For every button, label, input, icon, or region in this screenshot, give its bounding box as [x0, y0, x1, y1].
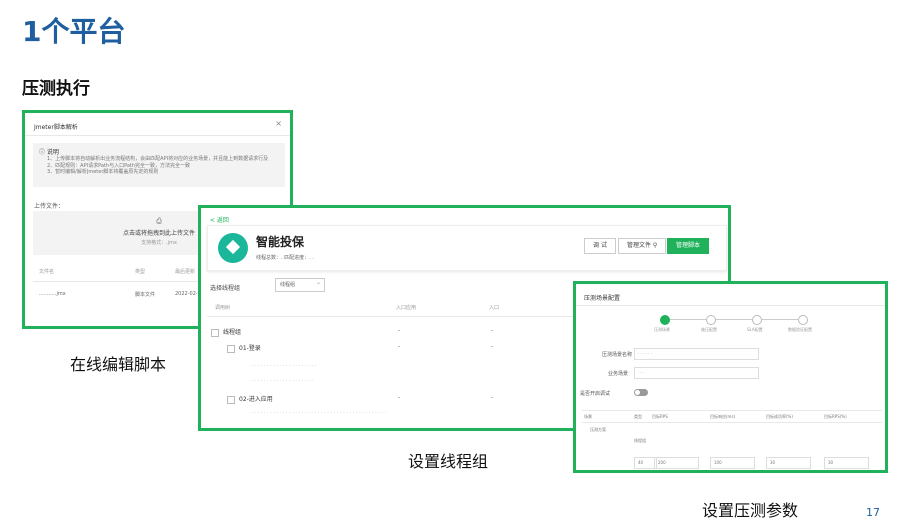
entry-app: -: [398, 327, 401, 334]
step-label: 压测场景: [654, 327, 670, 332]
step-indicator: [660, 315, 670, 325]
field-label: 压测场景名称: [602, 352, 633, 358]
column-header: 文件名: [39, 269, 55, 275]
tree-row-blurred: · · · · · · · · · · · · · · · · · · · · …: [251, 410, 387, 416]
file-type: 脚本文件: [135, 292, 156, 298]
layers-icon: [218, 233, 248, 263]
column-header: 目标成功率(%): [766, 414, 793, 419]
caption-thread-group: 设置线程组: [408, 452, 489, 471]
column-header: 入口应用: [396, 305, 417, 311]
section-title: 压测执行: [22, 79, 90, 99]
target-rps-percent-input[interactable]: 30: [824, 457, 869, 469]
slide-title: 1个平台: [22, 15, 126, 48]
info-icon: ⓘ: [39, 149, 47, 156]
column-header: 场景: [584, 414, 592, 419]
scene-name-input[interactable]: · · · · · ·: [634, 348, 759, 360]
column-header: 类型: [634, 414, 642, 419]
tree-row[interactable]: 线程组: [211, 327, 241, 337]
upload-label: 上传文件：: [34, 203, 65, 210]
caption-editor: 在线编辑脚本: [70, 355, 167, 374]
entry: -: [491, 343, 494, 350]
target-response-input[interactable]: 100: [710, 457, 755, 469]
row-type: 线程组: [634, 438, 646, 443]
tree-row-label: 01-登录: [239, 345, 261, 352]
page-number: 17: [866, 506, 880, 519]
column-header: 入口: [489, 305, 500, 311]
note-line: 1、上传脚本将自动解析出业务流程结构，会由匹配API将对应的业务场景，并且能上到…: [47, 156, 269, 162]
tree-row[interactable]: 02-进入应用: [227, 394, 273, 404]
file-name[interactable]: ...........jmx: [39, 291, 66, 297]
manage-script-button[interactable]: 管理脚本: [667, 238, 710, 254]
row-label: 压测方案: [590, 427, 606, 432]
column-header: 目标RPS(%): [824, 414, 847, 419]
thread-group-select[interactable]: 线程组: [275, 277, 325, 292]
step-indicator: [798, 315, 808, 325]
column-header: 类型: [135, 269, 146, 275]
collapse-icon[interactable]: [211, 328, 219, 337]
step-indicator: [752, 315, 762, 325]
column-header: 调用树: [215, 305, 231, 311]
debug-button[interactable]: 调 试: [584, 238, 616, 254]
target-success-input[interactable]: 30: [766, 457, 811, 469]
column-header: 目标响应(ms): [710, 414, 736, 419]
entry: -: [491, 327, 494, 334]
column-header: 目标RPS: [652, 414, 668, 419]
collapse-icon[interactable]: [227, 395, 235, 404]
column-header: 最后更新: [175, 269, 196, 275]
info-note: ⓘ 说明 1、上传脚本将自动解析出业务流程结构，会由匹配API将对应的业务场景，…: [33, 143, 285, 187]
tree-row-blurred: · · · · · · · · · · · · · · · · · · · · …: [251, 363, 317, 369]
app-card: 智能投保 线程总数：. 匹配进度：. . 调 试 管理文件 ⚲ 管理脚本: [207, 225, 727, 271]
tree-row-blurred: · · · · · · · · · · · · · · · · · · · ·: [251, 378, 313, 384]
dialog-title: 压测场景配置: [584, 295, 621, 302]
test-params-screenshot: 压测场景配置 压测场景 施压配置 SLA配置 数据验证配置 压测场景名称 · ·…: [573, 281, 888, 473]
note-title: 说明: [46, 149, 59, 156]
business-scene-select[interactable]: · · ·: [634, 367, 759, 379]
field-label: 业务场景: [608, 371, 629, 377]
app-name: 智能投保: [256, 235, 305, 249]
step-label: 数据验证配置: [788, 327, 812, 332]
close-icon[interactable]: ×: [275, 119, 282, 128]
back-link[interactable]: < 返回: [210, 215, 229, 224]
caption-params: 设置压测参数: [702, 501, 799, 520]
tree-row-label: 02-进入应用: [239, 396, 273, 403]
entry-app: -: [398, 343, 401, 350]
thread-group-filter-label: 选择线程组: [210, 285, 241, 292]
file-updated: 2022-02-1: [175, 291, 201, 297]
debug-toggle[interactable]: [634, 389, 648, 396]
collapse-icon[interactable]: [227, 344, 235, 353]
entry: -: [491, 394, 494, 401]
manage-files-button[interactable]: 管理文件 ⚲: [618, 238, 667, 254]
field-label: 是否开启调试: [580, 391, 611, 397]
tree-row[interactable]: 01-登录: [227, 343, 261, 353]
tree-row-label: 线程组: [223, 329, 242, 336]
step-indicator: [706, 315, 716, 325]
step-label: SLA配置: [747, 327, 763, 332]
dialog-title: Jmeter脚本解析: [34, 124, 78, 131]
app-stats: 线程总数：. 匹配进度：. .: [256, 255, 314, 261]
step-label: 施压配置: [701, 327, 717, 332]
entry-app: -: [398, 394, 401, 401]
note-line: 3、暂时编辑/解析Jmeter脚本将覆盖原先定的规则: [47, 169, 159, 175]
target-rps-input[interactable]: 200: [654, 457, 699, 469]
